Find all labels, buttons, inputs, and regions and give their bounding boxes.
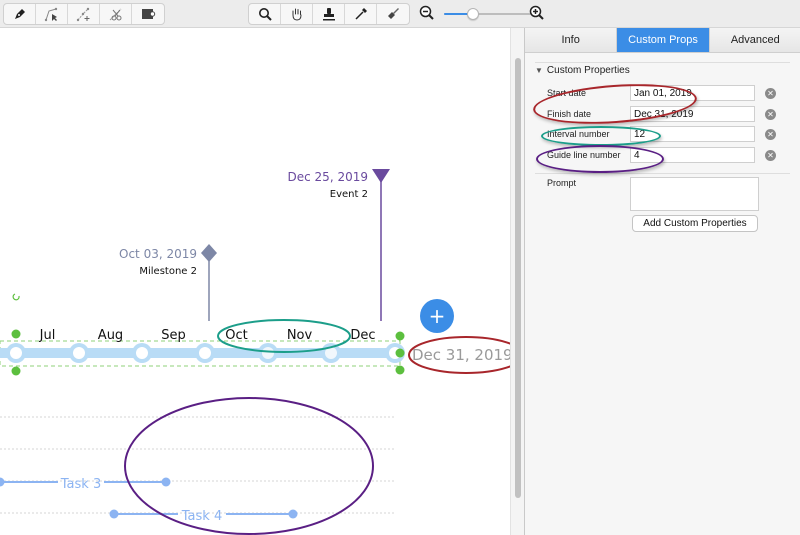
- add-custom-properties-button[interactable]: Add Custom Properties: [632, 215, 758, 232]
- divider: [535, 173, 790, 174]
- task-name: Task 3: [60, 477, 101, 492]
- eyedropper-button[interactable]: [345, 4, 377, 24]
- timeline-node-center: [199, 347, 211, 359]
- prompt-input[interactable]: [630, 177, 759, 211]
- drawing-tools-group: [3, 3, 165, 25]
- month-label: Sep: [161, 328, 186, 343]
- cut-path-button[interactable]: [100, 4, 132, 24]
- task-4[interactable]: Task 4: [109, 509, 298, 524]
- task-3[interactable]: Task 3: [0, 477, 171, 492]
- event-name[interactable]: Event 2: [330, 189, 368, 200]
- panel-tabs: Info Custom Props Advanced: [525, 28, 800, 53]
- remove-property-icon[interactable]: ✕: [765, 150, 776, 161]
- zoom-slider-thumb[interactable]: [466, 8, 479, 20]
- remove-property-icon[interactable]: ✕: [765, 88, 776, 99]
- frame-tool-icon: [142, 9, 156, 19]
- hand-pan-button[interactable]: [281, 4, 313, 24]
- task-start-handle[interactable]: [0, 477, 5, 487]
- timeline-node-center: [10, 347, 22, 359]
- stamp-icon: [322, 8, 335, 21]
- event-date: Dec 25, 2019: [288, 170, 368, 184]
- cut-path-icon: [109, 8, 121, 21]
- tab-advanced[interactable]: Advanced: [709, 28, 800, 52]
- end-date-label[interactable]: Dec 31, 2019: [412, 346, 510, 364]
- start-date-input[interactable]: [630, 85, 755, 101]
- rotate-handle-icon[interactable]: [12, 293, 20, 301]
- vertical-scrollbar[interactable]: [510, 28, 524, 535]
- timeline-node-center: [136, 347, 148, 359]
- remove-property-icon[interactable]: ✕: [765, 109, 776, 120]
- diagram-canvas[interactable]: Dec 25, 2019 Event 2 Oct 03, 2019 Milest…: [0, 28, 510, 535]
- task-start-handle[interactable]: [109, 509, 119, 519]
- bezier-select-icon: [44, 7, 57, 22]
- resize-handle[interactable]: [395, 331, 405, 341]
- magnifier-icon: [258, 8, 272, 21]
- guide-line-number-input[interactable]: [630, 147, 755, 163]
- remove-property-icon[interactable]: ✕: [765, 129, 776, 140]
- hand-pan-icon: [292, 8, 301, 21]
- paint-brush-icon: [388, 8, 399, 19]
- month-label: Jul: [39, 328, 56, 343]
- stamp-button[interactable]: [313, 4, 345, 24]
- divider: [535, 62, 790, 63]
- zoom-out-icon[interactable]: [418, 4, 436, 22]
- property-row-start-date: Start date ✕: [525, 85, 800, 103]
- add-item-button-label: +: [429, 304, 446, 328]
- timeline-node-center: [262, 347, 274, 359]
- task-name: Task 4: [181, 509, 222, 524]
- milestone-marker-icon[interactable]: [201, 244, 217, 262]
- paint-brush-button[interactable]: [377, 4, 409, 24]
- event-marker-icon[interactable]: [372, 169, 390, 183]
- section-title: Custom Properties: [546, 65, 630, 76]
- pen-tool-button[interactable]: [4, 4, 36, 24]
- month-label: Oct: [225, 328, 247, 343]
- property-row-finish-date: Finish date ✕: [525, 106, 800, 124]
- properties-panel: Info Custom Props Advanced ▼ Custom Prop…: [524, 28, 800, 535]
- month-label: Aug: [98, 328, 123, 343]
- property-row-guide-line-number: Guide line number ✕: [525, 147, 800, 165]
- prompt-label: Prompt: [547, 178, 577, 188]
- guide-lines: [0, 416, 395, 514]
- interval-number-input[interactable]: [630, 126, 755, 142]
- resize-handle[interactable]: [11, 329, 21, 339]
- property-label: Guide line number: [547, 150, 621, 160]
- toolbar: [0, 0, 800, 28]
- property-label: Interval number: [547, 129, 610, 139]
- add-point-icon: [76, 7, 89, 22]
- month-label: Dec: [350, 328, 375, 343]
- bezier-select-button[interactable]: [36, 4, 68, 24]
- pen-tool-icon: [14, 9, 25, 19]
- magnifier-button[interactable]: [249, 4, 281, 24]
- resize-handle[interactable]: [395, 365, 405, 375]
- vertical-scrollbar-thumb[interactable]: [515, 58, 521, 498]
- property-label: Finish date: [547, 109, 592, 119]
- tab-custom-props[interactable]: Custom Props: [617, 28, 710, 52]
- resize-handle[interactable]: [11, 366, 21, 376]
- zoom-in-icon[interactable]: [528, 4, 546, 22]
- eyedropper-icon: [354, 8, 367, 20]
- add-point-button[interactable]: [68, 4, 100, 24]
- milestone-name[interactable]: Milestone 2: [139, 266, 197, 277]
- tab-info[interactable]: Info: [525, 28, 618, 52]
- zoom-slider[interactable]: [444, 8, 539, 20]
- disclosure-triangle-icon: ▼: [535, 66, 543, 75]
- finish-date-input[interactable]: [630, 106, 755, 122]
- frame-tool-button[interactable]: [132, 4, 164, 24]
- zoom-control: [418, 4, 548, 24]
- view-tools-group: [248, 3, 410, 25]
- month-label: Nov: [287, 328, 313, 343]
- task-end-handle[interactable]: [288, 509, 298, 519]
- timeline-diagram: Dec 25, 2019 Event 2 Oct 03, 2019 Milest…: [0, 169, 510, 535]
- property-row-interval-number: Interval number ✕: [525, 126, 800, 144]
- property-label: Start date: [547, 88, 587, 98]
- milestone-date: Oct 03, 2019: [119, 247, 197, 261]
- task-end-handle[interactable]: [161, 477, 171, 487]
- custom-properties-header[interactable]: ▼ Custom Properties: [535, 65, 630, 76]
- timeline-node-center: [73, 347, 85, 359]
- resize-handle[interactable]: [395, 348, 405, 358]
